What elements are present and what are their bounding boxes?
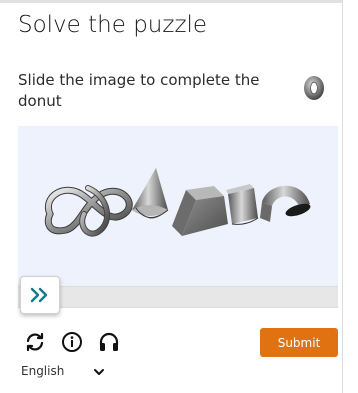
page-title: Solve the puzzle [18,12,208,38]
language-selected: English [21,364,65,378]
half-torus-icon [260,185,311,222]
instruction-text: Slide the image to complete the donut [18,71,260,110]
chevron-down-icon [94,369,104,375]
cube-icon [172,186,228,236]
donut-icon [304,76,324,100]
submit-button[interactable]: Submit [260,328,338,357]
top-divider [0,0,342,3]
right-divider [342,0,343,393]
knot-icon [44,185,133,237]
info-icon[interactable] [60,330,84,354]
double-chevron-right-icon [30,287,48,303]
language-select[interactable]: English [21,363,111,381]
slider-handle[interactable] [20,276,60,314]
puzzle-shapes [44,168,311,237]
cone-icon [132,168,170,219]
cylinder-icon [226,184,259,225]
puzzle-image [18,126,338,286]
headphones-icon[interactable] [97,330,121,354]
slider-track[interactable] [18,286,338,308]
refresh-icon[interactable] [23,330,47,354]
